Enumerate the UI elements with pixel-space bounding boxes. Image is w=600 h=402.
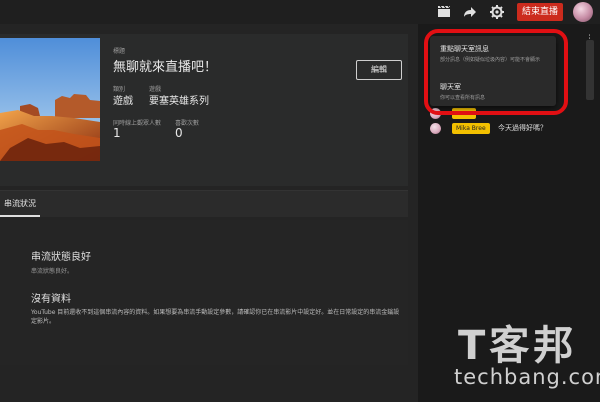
likes-value: 0 [175,126,183,140]
share-icon-svg [464,7,476,17]
watermark-url: techbang.com [454,365,600,389]
active-tab-indicator [0,215,40,217]
avatar[interactable] [573,2,593,22]
game-value: 要塞英雄系列 [149,96,209,107]
chat-message: Mika Bree 今天過得好嗎？ [430,123,600,135]
stream-title: 無聊就來直播吧！ [113,60,218,75]
concurrent-viewers-value: 1 [113,126,121,140]
stream-info-panel: 標題 無聊就來直播吧！ 類別 遊戲 遊戲 要塞英雄系列 同時線上觀眾人數 1 喜… [0,34,408,186]
end-stream-button[interactable]: 結束直播 [517,3,563,21]
edit-button[interactable]: 編輯 [356,60,402,80]
clapper-icon-svg [438,5,451,17]
chat-message-text: 今天過得好嗎？ [498,124,547,132]
gear-icon-svg [490,5,504,19]
top-bar: 結束直播 [0,0,600,24]
chat-author-name[interactable]: Mika Bree [452,123,490,134]
health-title: 串流狀態良好 [31,252,91,263]
category-value: 遊戲 [113,96,133,107]
tab-stream-health[interactable]: 串流狀況 [4,198,36,209]
health-subtitle: 串流狀態良好。 [31,268,74,275]
stream-health-panel: 串流狀態良好 串流狀態良好。 沒有資料 YouTube 目前還收不到這個串流內容… [0,220,408,365]
stream-thumbnail [0,38,100,161]
clapper-icon[interactable] [436,4,452,20]
dashboard-tabs: 串流狀況 [0,190,408,217]
no-data-title: 沒有資料 [31,294,71,305]
share-icon[interactable] [462,4,478,20]
chat-scrollbar[interactable] [586,40,594,100]
chat-avatar [430,123,441,134]
no-data-description: YouTube 目前還收不到這個串流內容的資料。如果想要為串流手動設定參數，請確… [31,309,400,325]
gear-icon[interactable] [489,4,505,20]
thumbnail-image [0,38,100,161]
watermark-logo: T客邦 [458,323,578,369]
highlight-ring [424,29,568,115]
main-panel: 標題 無聊就來直播吧！ 類別 遊戲 遊戲 要塞英雄系列 同時線上觀眾人數 1 喜… [0,24,418,402]
title-label: 標題 [113,48,126,55]
watermark: T客邦 techbang.com [436,313,600,401]
